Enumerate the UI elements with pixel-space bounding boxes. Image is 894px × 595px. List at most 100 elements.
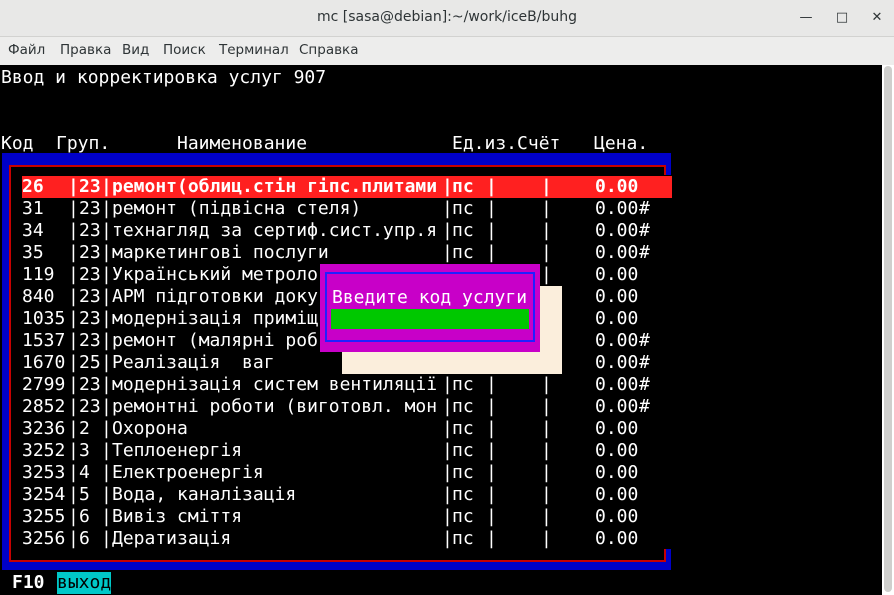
row-separator: |: [541, 374, 552, 395]
row-separator: |: [68, 462, 79, 483]
row-code: 3253: [22, 462, 66, 483]
menu-file[interactable]: Файл: [8, 42, 45, 58]
row-separator: |: [486, 396, 497, 417]
row-name: ремонт(облиц.стін гіпс.плитами: [112, 176, 438, 197]
row-separator: |: [101, 198, 112, 219]
terminal-scrollbar-thumb[interactable]: [884, 66, 892, 592]
row-separator: |: [541, 528, 552, 549]
menu-help[interactable]: Справка: [299, 42, 358, 58]
row-group: 23: [79, 242, 101, 263]
row-code: 1537: [22, 330, 66, 351]
row-unit: пс: [452, 462, 474, 483]
row-separator: |: [486, 176, 497, 197]
row-separator: |: [101, 396, 112, 417]
row-separator: |: [101, 176, 112, 197]
row-code: 119: [22, 264, 55, 285]
exit-button[interactable]: выход: [57, 572, 112, 594]
row-separator: |: [486, 484, 497, 505]
row-group: 4: [79, 462, 90, 483]
service-code-input[interactable]: [331, 309, 529, 329]
row-name: технагляд за сертиф.сист.упр.я: [112, 220, 438, 241]
row-separator: |: [541, 396, 552, 417]
window-title: mc [sasa@debian]:~/work/iceB/buhg: [317, 9, 577, 25]
row-code: 3254: [22, 484, 66, 505]
row-name: Вивіз сміття: [112, 506, 243, 527]
list-scroll-track: [660, 175, 672, 549]
row-price: 0.00: [595, 528, 639, 549]
row-name: Електроенергія: [112, 462, 264, 483]
menu-terminal[interactable]: Терминал: [219, 42, 289, 58]
row-price: 0.00: [595, 308, 639, 329]
row-group: 23: [79, 264, 101, 285]
row-separator: |: [541, 198, 552, 219]
row-separator: |: [68, 374, 79, 395]
row-mark: #: [639, 220, 650, 241]
row-separator: |: [486, 198, 497, 219]
row-price: 0.00: [595, 418, 639, 439]
row-separator: |: [541, 220, 552, 241]
row-group: 23: [79, 330, 101, 351]
row-code: 3255: [22, 506, 66, 527]
column-header-code: Код: [1, 133, 34, 154]
row-name: Вода, каналізація: [112, 484, 297, 505]
row-separator: |: [68, 286, 79, 307]
row-name: ремонтні роботи (виготовл. мон: [112, 396, 438, 417]
row-separator: |: [68, 396, 79, 417]
row-price: 0.00: [595, 396, 639, 417]
row-code: 3236: [22, 418, 66, 439]
row-group: 23: [79, 374, 101, 395]
menu-search[interactable]: Поиск: [163, 42, 206, 58]
row-name: модернізація приміщ: [112, 308, 318, 329]
row-name: маркетингові послуги: [112, 242, 329, 263]
row-unit: пс: [452, 242, 474, 263]
row-price: 0.00: [595, 198, 639, 219]
row-price: 0.00: [595, 176, 639, 197]
row-name: Реалізація ваг: [112, 352, 275, 373]
row-code: 840: [22, 286, 55, 307]
row-separator: |: [486, 462, 497, 483]
row-separator: |: [541, 484, 552, 505]
row-separator: |: [486, 374, 497, 395]
row-code: 2799: [22, 374, 66, 395]
row-group: 23: [79, 396, 101, 417]
row-separator: |: [68, 264, 79, 285]
row-price: 0.00: [595, 462, 639, 483]
row-separator: |: [486, 528, 497, 549]
row-name: ремонт (підвісна стеля): [112, 198, 362, 219]
row-unit: пс: [452, 440, 474, 461]
row-price: 0.00: [595, 506, 639, 527]
row-price: 0.00: [595, 330, 639, 351]
row-mark: #: [639, 242, 650, 263]
row-code: 3252: [22, 440, 66, 461]
menu-edit[interactable]: Правка: [60, 42, 111, 58]
row-separator: |: [101, 330, 112, 351]
row-price: 0.00: [595, 242, 639, 263]
row-separator: |: [68, 220, 79, 241]
close-button[interactable]: ✕: [869, 10, 885, 26]
row-mark: #: [639, 352, 650, 373]
menu-view[interactable]: Вид: [122, 42, 149, 58]
row-code: 31: [22, 198, 44, 219]
row-group: 2: [79, 418, 90, 439]
row-separator: |: [101, 528, 112, 549]
row-separator: |: [68, 242, 79, 263]
maximize-button[interactable]: □: [834, 10, 850, 26]
code-dialog-title: Введите код услуги: [332, 287, 528, 308]
row-separator: |: [541, 176, 552, 197]
row-name: Дератизація: [112, 528, 232, 549]
row-separator: |: [101, 220, 112, 241]
row-name: АРМ підготовки доку: [112, 286, 318, 307]
row-price: 0.00: [595, 264, 639, 285]
row-separator: |: [68, 330, 79, 351]
minimize-button[interactable]: —: [798, 10, 814, 26]
row-group: 25: [79, 352, 101, 373]
window-titlebar: mc [sasa@debian]:~/work/iceB/buhg — □ ✕: [0, 0, 894, 37]
row-code: 2852: [22, 396, 66, 417]
row-separator: |: [101, 264, 112, 285]
column-header-unit-account: Ед.из.Счёт: [452, 133, 561, 154]
screen-heading: Ввод и корректировка услуг 907: [1, 67, 327, 88]
row-separator: |: [486, 440, 497, 461]
row-separator: |: [541, 418, 552, 439]
f10-key: F10: [12, 572, 45, 593]
row-unit: пс: [452, 528, 474, 549]
